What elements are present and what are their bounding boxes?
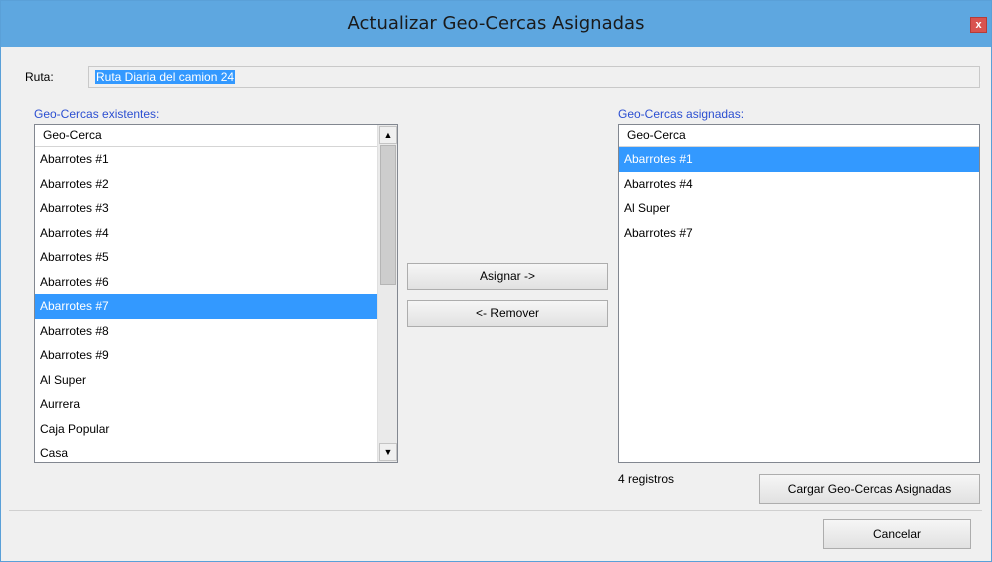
existing-scrollbar[interactable]: ▲ ▼ — [377, 125, 397, 462]
list-item[interactable]: Abarrotes #4 — [619, 172, 979, 197]
load-assigned-button[interactable]: Cargar Geo-Cercas Asignadas — [759, 474, 980, 504]
existing-column-header[interactable]: Geo-Cerca — [35, 125, 377, 147]
list-item[interactable]: Abarrotes #4 — [35, 221, 377, 246]
list-item[interactable]: Abarrotes #5 — [35, 245, 377, 270]
assigned-geofence-list[interactable]: Geo-Cerca Abarrotes #1 Abarrotes #4 Al Sup… — [618, 124, 980, 463]
existing-label: Geo-Cercas existentes: — [34, 107, 160, 121]
window-title: Actualizar Geo-Cercas Asignadas — [347, 13, 645, 34]
ruta-value: Ruta Diaria del camion 24 — [95, 70, 236, 84]
list-item[interactable]: Abarrotes #3 — [35, 196, 377, 221]
list-item[interactable]: Abarrotes #7 — [619, 221, 979, 246]
list-item[interactable]: Abarrotes #1 — [35, 147, 377, 172]
scroll-up-icon[interactable]: ▲ — [379, 126, 397, 144]
list-item[interactable]: Casa — [35, 441, 377, 462]
assign-button[interactable]: Asignar -> — [407, 263, 608, 290]
list-item[interactable]: Abarrotes #7 — [35, 294, 377, 319]
list-item[interactable]: Abarrotes #1 — [619, 147, 979, 172]
cancel-button[interactable]: Cancelar — [823, 519, 971, 549]
list-item[interactable]: Caja Popular — [35, 417, 377, 442]
ruta-label: Ruta: — [25, 70, 54, 84]
list-item[interactable]: Abarrotes #6 — [35, 270, 377, 295]
scroll-thumb[interactable] — [380, 145, 396, 285]
assigned-column-header[interactable]: Geo-Cerca — [619, 125, 979, 147]
scroll-down-icon[interactable]: ▼ — [379, 443, 397, 461]
remove-button[interactable]: <- Remover — [407, 300, 608, 327]
ruta-field[interactable]: Ruta Diaria del camion 24 — [88, 66, 980, 88]
title-bar[interactable]: Actualizar Geo-Cercas Asignadas x — [1, 1, 991, 47]
list-item[interactable]: Al Super — [619, 196, 979, 221]
record-count: 4 registros — [618, 472, 675, 486]
list-item[interactable]: Al Super — [35, 368, 377, 393]
divider — [9, 510, 982, 511]
list-item[interactable]: Abarrotes #2 — [35, 172, 377, 197]
list-item[interactable]: Abarrotes #9 — [35, 343, 377, 368]
list-item[interactable]: Abarrotes #8 — [35, 319, 377, 344]
close-icon[interactable]: x — [970, 17, 987, 33]
list-item[interactable]: Aurrera — [35, 392, 377, 417]
assigned-label: Geo-Cercas asignadas: — [618, 107, 745, 121]
existing-geofence-list[interactable]: Geo-Cerca Abarrotes #1 Abarrotes #2 Abarro… — [34, 124, 398, 463]
